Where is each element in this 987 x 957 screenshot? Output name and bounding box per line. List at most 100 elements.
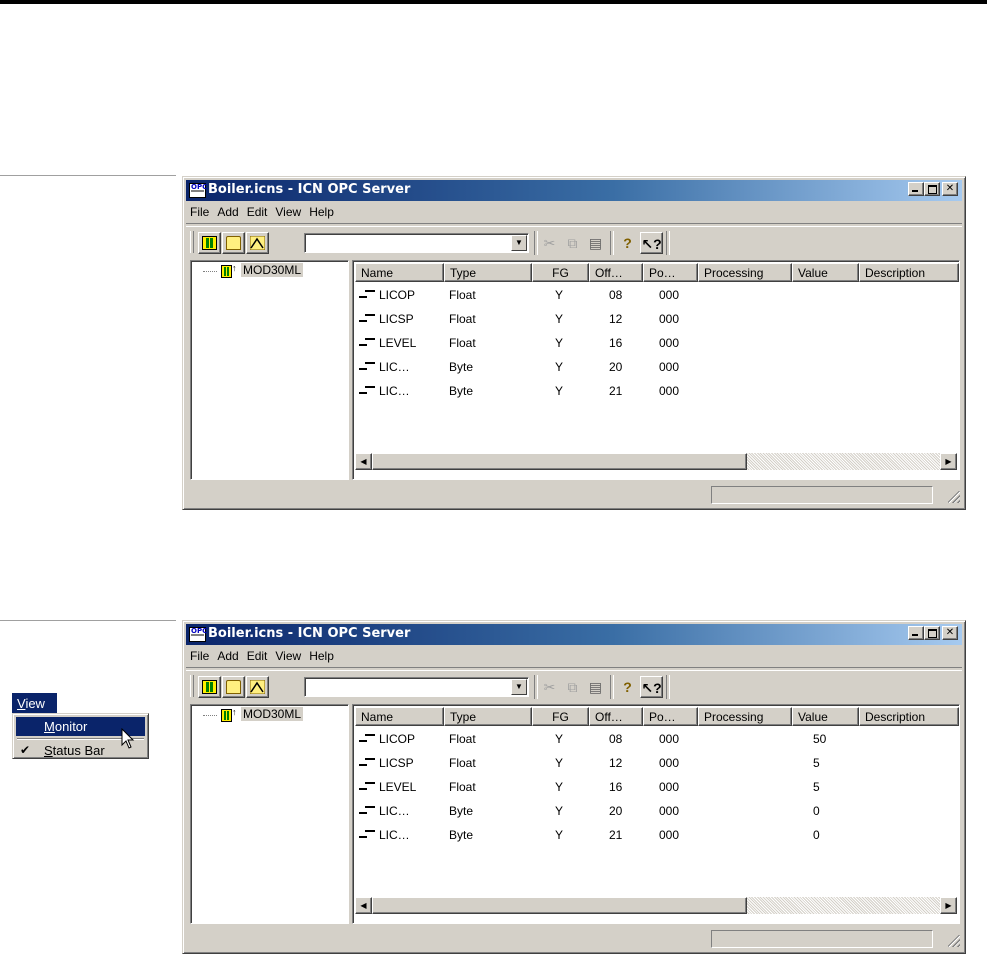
context-help-button[interactable]: ↖?: [640, 232, 663, 254]
minimize-button[interactable]: [908, 182, 924, 196]
tag-icon: [359, 361, 375, 371]
table-row[interactable]: LICSP Float Y 12 000: [355, 309, 955, 332]
cut-icon: ✂: [543, 235, 556, 251]
checkmark-icon: ✔: [20, 743, 31, 757]
menu-add[interactable]: Add: [213, 203, 242, 219]
column-header-name[interactable]: Name: [355, 707, 444, 726]
tree-pane[interactable]: ↑ MOD30ML: [190, 704, 349, 924]
menu-help[interactable]: Help: [305, 203, 338, 219]
view-menu-title-rest: iew: [25, 696, 45, 711]
scroll-left-button[interactable]: ◀: [355, 897, 372, 914]
column-header-processing[interactable]: Processing: [698, 707, 792, 726]
tree-item-mod30ml[interactable]: MOD30ML: [241, 263, 304, 277]
column-header-value[interactable]: Value: [792, 263, 859, 282]
title-bar[interactable]: OPC Boiler.icns - ICN OPC Server ✕: [186, 624, 962, 645]
column-header-value[interactable]: Value: [792, 707, 859, 726]
tag-list[interactable]: Name Type FG Off… Po… Processing Value D…: [352, 704, 960, 924]
menu-file[interactable]: File: [186, 647, 213, 663]
table-row[interactable]: LIC… Byte Y 21 000 0: [355, 825, 955, 848]
column-header-fg[interactable]: FG: [532, 707, 589, 726]
column-header-type[interactable]: Type: [444, 707, 532, 726]
cell-value: 5: [813, 780, 820, 794]
table-row[interactable]: LIC… Byte Y 20 000 0: [355, 801, 955, 824]
cell-offset: 08: [609, 732, 623, 746]
maximize-button[interactable]: [924, 626, 940, 640]
menu-help[interactable]: Help: [305, 647, 338, 663]
combo-dropdown-button[interactable]: ▼: [511, 679, 527, 695]
column-header-position[interactable]: Po…: [643, 707, 698, 726]
column-header-processing[interactable]: Processing: [698, 263, 792, 282]
column-header-offset[interactable]: Off…: [589, 263, 643, 282]
table-row[interactable]: LICOP Float Y 08 000: [355, 285, 955, 308]
close-button[interactable]: ✕: [942, 626, 958, 640]
copy-button[interactable]: ⧉: [561, 232, 584, 254]
tag-list[interactable]: Name Type FG Off… Po… Processing Value D…: [352, 260, 960, 480]
column-header-offset[interactable]: Off…: [589, 707, 643, 726]
menu-edit[interactable]: Edit: [243, 647, 272, 663]
table-row[interactable]: LEVEL Float Y 16 000 5: [355, 777, 955, 800]
column-header-type[interactable]: Type: [444, 263, 532, 282]
trend-button[interactable]: [246, 232, 269, 254]
view-menu-title[interactable]: View: [12, 693, 57, 713]
toolbar-grip[interactable]: [190, 675, 194, 697]
scroll-thumb[interactable]: [372, 897, 747, 914]
menu-view[interactable]: View: [271, 647, 305, 663]
open-button[interactable]: [222, 676, 245, 698]
table-row[interactable]: LEVEL Float Y 16 000: [355, 333, 955, 356]
resize-grip-icon[interactable]: [948, 491, 960, 503]
cell-position: 000: [659, 312, 680, 326]
context-help-button[interactable]: ↖?: [640, 676, 663, 698]
minimize-button[interactable]: [908, 626, 924, 640]
opc-app-icon[interactable]: OPC: [189, 627, 207, 642]
cell-type: Byte: [449, 804, 474, 818]
paste-button[interactable]: ▤: [584, 232, 607, 254]
scroll-right-button[interactable]: ▶: [940, 897, 957, 914]
menu-bar: File Add Edit View Help: [186, 647, 962, 665]
tag-icon: [359, 733, 375, 743]
cell-name: LICOP: [379, 288, 416, 302]
combo-dropdown-button[interactable]: ▼: [511, 235, 527, 251]
scroll-right-button[interactable]: ▶: [940, 453, 957, 470]
cell-name: LICSP: [379, 756, 414, 770]
column-header-fg[interactable]: FG: [532, 263, 589, 282]
close-button[interactable]: ✕: [942, 182, 958, 196]
resize-grip-icon[interactable]: [948, 935, 960, 947]
scroll-thumb[interactable]: [372, 453, 747, 470]
title-bar[interactable]: OPC Boiler.icns - ICN OPC Server ✕: [186, 180, 962, 201]
table-row[interactable]: LIC… Byte Y 21 000: [355, 381, 955, 404]
menu-view[interactable]: View: [271, 203, 305, 219]
menu-file[interactable]: File: [186, 203, 213, 219]
tree-item-mod30ml[interactable]: MOD30ML: [241, 707, 304, 721]
column-header-description[interactable]: Description: [859, 263, 959, 282]
tag-icon: [359, 385, 375, 395]
cell-offset: 12: [609, 312, 623, 326]
item-combo-box[interactable]: ▼: [304, 233, 529, 253]
opc-app-icon[interactable]: OPC: [189, 183, 207, 198]
toolbar-grip[interactable]: [190, 231, 194, 253]
open-button[interactable]: [222, 232, 245, 254]
help-button[interactable]: ?: [616, 676, 639, 698]
maximize-button[interactable]: [924, 182, 940, 196]
help-button[interactable]: ?: [616, 232, 639, 254]
column-header-description[interactable]: Description: [859, 707, 959, 726]
paste-button[interactable]: ▤: [584, 676, 607, 698]
item-combo-box[interactable]: ▼: [304, 677, 529, 697]
horizontal-scrollbar[interactable]: ◀ ▶: [355, 453, 957, 470]
column-header-position[interactable]: Po…: [643, 263, 698, 282]
monitor-button[interactable]: [198, 676, 221, 698]
table-row[interactable]: LIC… Byte Y 20 000: [355, 357, 955, 380]
column-header-name[interactable]: Name: [355, 263, 444, 282]
menu-edit[interactable]: Edit: [243, 203, 272, 219]
table-row[interactable]: LICSP Float Y 12 000 5: [355, 753, 955, 776]
horizontal-scrollbar[interactable]: ◀ ▶: [355, 897, 957, 914]
scroll-left-button[interactable]: ◀: [355, 453, 372, 470]
tree-pane[interactable]: ↑ MOD30ML: [190, 260, 349, 480]
table-row[interactable]: LICOP Float Y 08 000 50: [355, 729, 955, 752]
trend-button[interactable]: [246, 676, 269, 698]
cut-button[interactable]: ✂: [538, 232, 561, 254]
cell-fg: Y: [555, 360, 564, 374]
monitor-button[interactable]: [198, 232, 221, 254]
menu-add[interactable]: Add: [213, 647, 242, 663]
copy-button[interactable]: ⧉: [561, 676, 584, 698]
cut-button[interactable]: ✂: [538, 676, 561, 698]
